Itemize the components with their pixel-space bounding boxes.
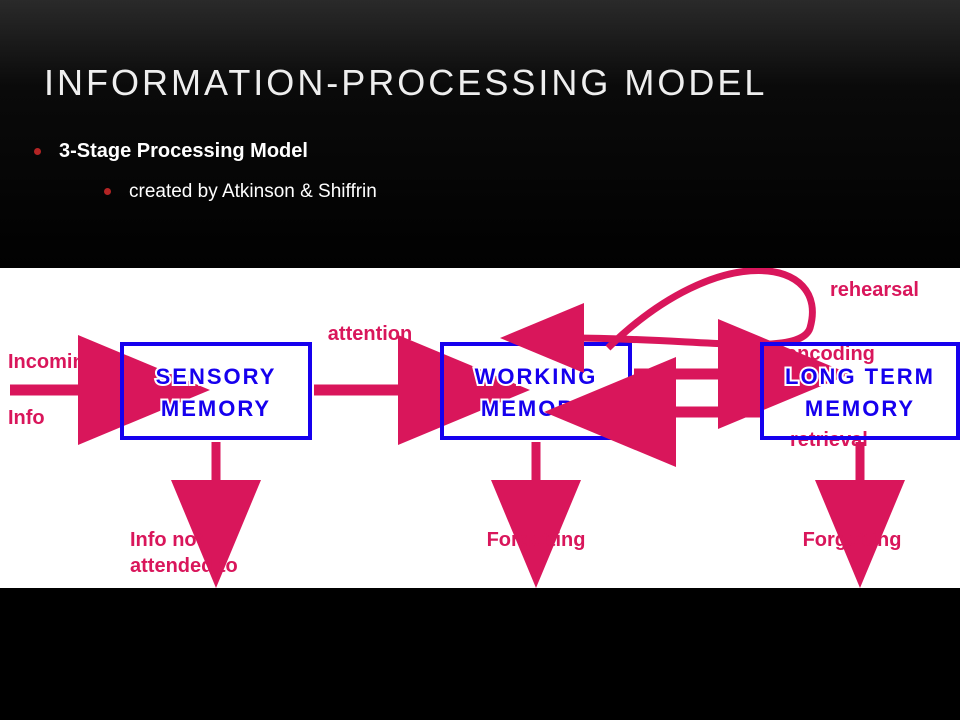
label-rehearsal: rehearsal	[830, 279, 919, 301]
label-attention: attention	[328, 323, 412, 345]
incoming-label-1: Incoming	[8, 351, 97, 373]
bullet-dot-icon	[34, 148, 41, 155]
label-encoding: encoding	[786, 343, 875, 365]
box-working-label-2: MEMORY	[481, 396, 591, 421]
bullet-text: created by Atkinson & Shiffrin	[129, 181, 377, 203]
box-working	[442, 344, 630, 438]
box-longterm-label-2: MEMORY	[805, 396, 915, 421]
box-sensory-label-1: SENSORY	[156, 364, 277, 389]
label-not-attended-1: Info not	[130, 529, 204, 551]
bullet-dot-icon	[104, 188, 111, 195]
slide: INFORMATION-PROCESSING MODEL 3-Stage Pro…	[0, 0, 960, 720]
box-sensory	[122, 344, 310, 438]
box-working-label-1: WORKING	[475, 364, 598, 389]
label-not-attended-2: attended to	[130, 555, 238, 577]
bullet-level1: 3-Stage Processing Model	[34, 140, 377, 163]
label-forgetting-working: Forgetting	[487, 529, 586, 551]
label-forgetting-longterm: Forgetting	[803, 529, 902, 551]
memory-model-diagram: Incoming Info SENSORY SENSORY MEMORY MEM…	[0, 268, 960, 588]
arrow-rehearsal	[570, 271, 812, 349]
incoming-label-2: Info	[8, 407, 45, 429]
diagram-svg: Incoming Info SENSORY SENSORY MEMORY MEM…	[0, 268, 960, 588]
box-longterm-label-1: LONG TERM	[785, 364, 935, 389]
bullet-text: 3-Stage Processing Model	[59, 140, 308, 163]
slide-title: INFORMATION-PROCESSING MODEL	[44, 62, 767, 104]
bullet-level2: created by Atkinson & Shiffrin	[104, 181, 377, 203]
bullet-list: 3-Stage Processing Model created by Atki…	[34, 140, 377, 203]
box-sensory-label-2: MEMORY	[161, 396, 271, 421]
